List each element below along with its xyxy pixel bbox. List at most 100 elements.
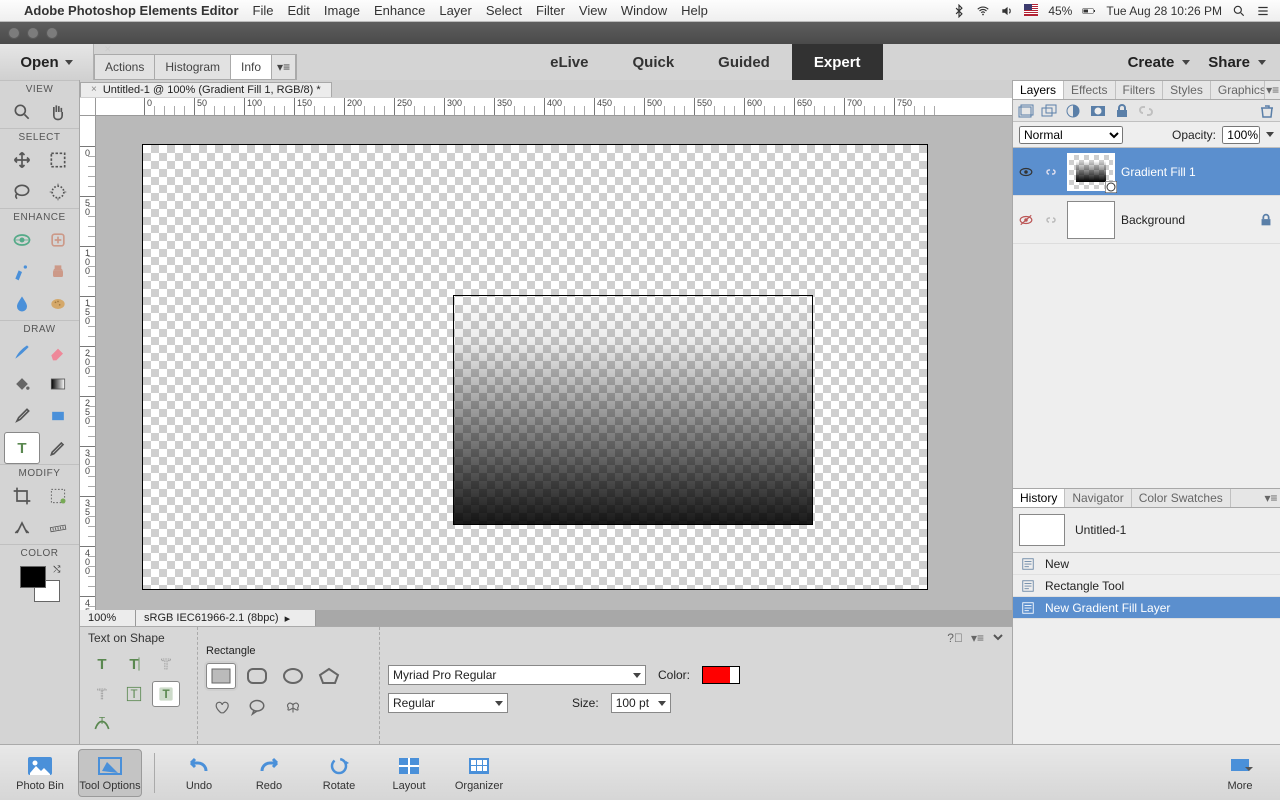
share-button[interactable]: Share: [1208, 54, 1266, 71]
text-on-path-tool[interactable]: T: [88, 711, 116, 737]
tab-styles[interactable]: Styles: [1163, 81, 1211, 99]
mode-quick[interactable]: Quick: [610, 44, 696, 80]
tab-color-swatches[interactable]: Color Swatches: [1132, 489, 1231, 507]
smart-brush-tool[interactable]: [4, 256, 40, 288]
menu-image[interactable]: Image: [324, 3, 360, 18]
delete-layer-icon[interactable]: [1258, 103, 1276, 119]
ruler-vertical[interactable]: 050100150200250300350400450: [80, 116, 96, 610]
blend-mode-select[interactable]: Normal: [1019, 126, 1123, 144]
ruler-horizontal[interactable]: 0501001502002503003504004505005506006507…: [96, 98, 1012, 116]
color-swatches[interactable]: ⤭: [16, 564, 64, 604]
tab-info[interactable]: Info: [231, 55, 272, 79]
text-on-shape-tool[interactable]: T: [152, 681, 180, 707]
wifi-icon[interactable]: [976, 4, 990, 18]
new-layer-icon[interactable]: [1017, 103, 1035, 119]
layer-row[interactable]: Gradient Fill 1: [1013, 148, 1280, 196]
tab-histogram[interactable]: Histogram: [155, 55, 231, 79]
spotlight-icon[interactable]: [1232, 4, 1246, 18]
shape-rectangle[interactable]: [206, 663, 236, 689]
panel-menu-icon[interactable]: ▾≡: [272, 55, 296, 79]
close-icon[interactable]: ✕: [104, 44, 112, 55]
straighten-tool[interactable]: [40, 512, 76, 544]
new-group-icon[interactable]: [1041, 103, 1059, 119]
tab-graphics[interactable]: Graphics: [1211, 81, 1265, 99]
panel-menu-icon[interactable]: ▾≡: [1262, 489, 1280, 507]
visibility-toggle[interactable]: [1017, 165, 1039, 179]
vertical-type-tool[interactable]: T: [120, 651, 148, 677]
traffic-close[interactable]: [8, 27, 20, 39]
blur-tool[interactable]: [4, 288, 40, 320]
menu-file[interactable]: File: [253, 3, 274, 18]
collapse-icon[interactable]: [992, 631, 1004, 645]
recompose-tool[interactable]: [40, 480, 76, 512]
font-size-select[interactable]: 100 pt: [611, 693, 671, 713]
eraser-tool[interactable]: [40, 336, 76, 368]
color-profile-readout[interactable]: sRGB IEC61966-2.1 (8bpc) ▸: [136, 610, 316, 626]
swap-colors-icon[interactable]: ⤭: [53, 564, 60, 575]
clock[interactable]: Tue Aug 28 10:26 PM: [1106, 4, 1222, 18]
tab-effects[interactable]: Effects: [1064, 81, 1115, 99]
link-layers-icon[interactable]: [1137, 103, 1155, 119]
sponge-tool[interactable]: [40, 288, 76, 320]
menu-edit[interactable]: Edit: [287, 3, 309, 18]
text-on-selection-tool[interactable]: T: [120, 681, 148, 707]
quick-selection-tool[interactable]: [40, 176, 76, 208]
paint-bucket-tool[interactable]: [4, 368, 40, 400]
shape-talk-bubble[interactable]: [242, 695, 272, 721]
help-icon[interactable]: ?⃝: [947, 631, 963, 645]
bluetooth-icon[interactable]: [952, 4, 966, 18]
history-snapshot-thumb[interactable]: [1019, 514, 1065, 546]
tab-navigator[interactable]: Navigator: [1065, 489, 1131, 507]
app-name[interactable]: Adobe Photoshop Elements Editor: [24, 3, 239, 18]
menu-enhance[interactable]: Enhance: [374, 3, 425, 18]
gradient-tool[interactable]: [40, 368, 76, 400]
foreground-color-swatch[interactable]: [20, 566, 46, 588]
horizontal-scrollbar[interactable]: [316, 610, 1012, 626]
vertical-type-mask-tool[interactable]: T: [88, 681, 116, 707]
text-color-swatch[interactable]: [702, 666, 740, 684]
create-button[interactable]: Create: [1128, 54, 1191, 71]
tab-layers[interactable]: Layers: [1013, 81, 1064, 99]
mode-guided[interactable]: Guided: [696, 44, 792, 80]
zoom-tool[interactable]: [4, 96, 40, 128]
layer-thumbnail[interactable]: [1067, 201, 1115, 239]
content-aware-move-tool[interactable]: [4, 512, 40, 544]
eyedropper-tool[interactable]: [4, 400, 40, 432]
layer-mask-icon[interactable]: [1089, 103, 1107, 119]
open-button[interactable]: Open: [0, 44, 94, 80]
tab-filters[interactable]: Filters: [1116, 81, 1164, 99]
gradient-fill-shape[interactable]: [453, 295, 813, 525]
layer-row[interactable]: Background: [1013, 196, 1280, 244]
menu-window[interactable]: Window: [621, 3, 667, 18]
mode-expert[interactable]: Expert: [792, 44, 883, 80]
document-tab[interactable]: × Untitled-1 @ 100% (Gradient Fill 1, RG…: [80, 82, 332, 97]
crop-tool[interactable]: [4, 480, 40, 512]
close-icon[interactable]: ×: [91, 84, 97, 95]
panel-menu-icon[interactable]: ▾≡: [1265, 81, 1280, 99]
type-tool[interactable]: T: [4, 432, 40, 464]
type-mask-tool[interactable]: T: [152, 651, 180, 677]
undo-button[interactable]: Undo: [167, 749, 231, 797]
organizer-button[interactable]: Organizer: [447, 749, 511, 797]
move-tool[interactable]: [4, 144, 40, 176]
layer-name[interactable]: Gradient Fill 1: [1121, 165, 1276, 179]
adjustment-layer-icon[interactable]: [1065, 103, 1083, 119]
rotate-button[interactable]: Rotate: [307, 749, 371, 797]
canvas[interactable]: [142, 144, 928, 590]
font-style-select[interactable]: Regular: [388, 693, 508, 713]
tool-options-button[interactable]: Tool Options: [78, 749, 142, 797]
redeye-tool[interactable]: [4, 224, 40, 256]
shape-butterfly[interactable]: [278, 695, 308, 721]
shape-polygon[interactable]: [314, 663, 344, 689]
shape-tool[interactable]: [40, 400, 76, 432]
spot-heal-tool[interactable]: [40, 224, 76, 256]
pencil-tool[interactable]: [40, 432, 76, 464]
photo-bin-button[interactable]: Photo Bin: [8, 749, 72, 797]
menu-select[interactable]: Select: [486, 3, 522, 18]
zoom-readout[interactable]: 100%: [80, 610, 136, 626]
history-item[interactable]: Rectangle Tool: [1013, 575, 1280, 597]
hand-tool[interactable]: [40, 96, 76, 128]
tab-history[interactable]: History: [1013, 489, 1065, 507]
marquee-tool[interactable]: [40, 144, 76, 176]
menu-view[interactable]: View: [579, 3, 607, 18]
